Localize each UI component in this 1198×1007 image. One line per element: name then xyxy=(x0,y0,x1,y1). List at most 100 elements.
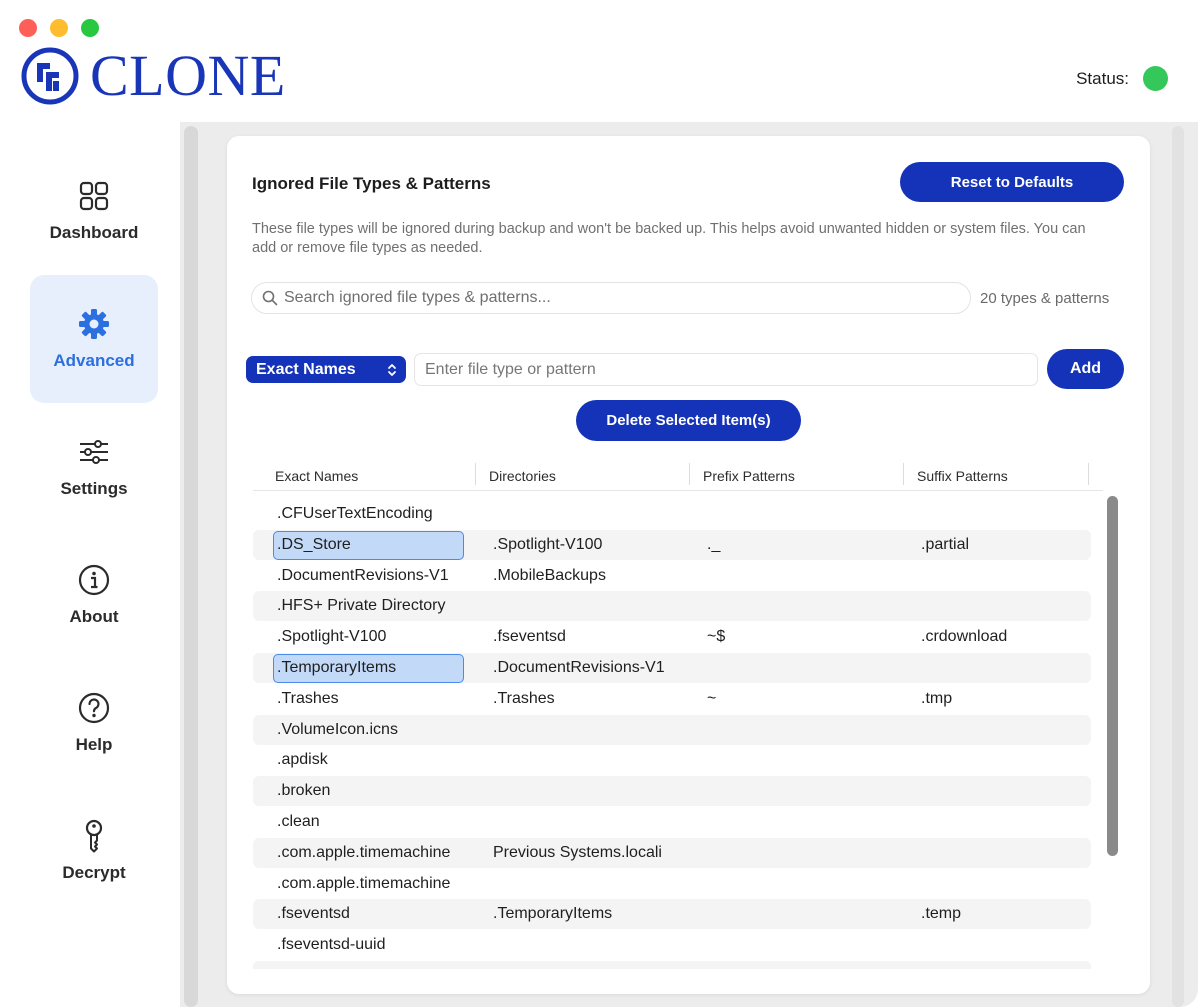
table-cell[interactable] xyxy=(921,499,1091,529)
table-cell[interactable]: .broken xyxy=(277,776,467,806)
table-cell[interactable]: .crdownload xyxy=(921,622,1091,652)
table-row[interactable]: .fseventsd .TemporaryItems .temp xyxy=(253,899,1091,930)
sidebar-item-settings[interactable]: Settings xyxy=(30,403,158,531)
table-row[interactable]: .broken xyxy=(253,776,1091,807)
table-cell[interactable] xyxy=(493,776,683,806)
table-cell[interactable] xyxy=(921,961,1091,969)
table-cell[interactable]: ~ xyxy=(707,684,897,714)
table-row[interactable]: .clean xyxy=(253,807,1091,837)
table-cell[interactable]: .DocumentRevisions-V1 xyxy=(493,653,683,683)
table-row[interactable]: .com.apple.timemachine Previous Systems.l… xyxy=(253,837,1091,868)
pattern-type-select[interactable]: Exact Names xyxy=(246,356,406,383)
table-cell[interactable] xyxy=(493,499,683,529)
table-cell[interactable]: ._ xyxy=(707,530,897,560)
table-cell[interactable]: .fseventsd xyxy=(277,899,467,929)
table-row[interactable]: .DocumentRevisions-V1 .MobileBackups xyxy=(253,561,1091,591)
table-cell[interactable] xyxy=(707,807,897,837)
table-row[interactable]: .HFS+ Private Directory xyxy=(253,591,1091,622)
table-row[interactable]: .TemporaryItems .DocumentRevisions-V1 xyxy=(253,653,1091,683)
table-row[interactable]: .CFUserTextEncoding xyxy=(253,499,1091,529)
table-cell[interactable] xyxy=(921,745,1091,775)
table-row[interactable]: .VolumeIcon.icns xyxy=(253,714,1091,745)
table-cell[interactable] xyxy=(277,961,467,969)
table-cell[interactable]: .com.apple.timemachine xyxy=(277,869,467,899)
table-cell[interactable]: .clean xyxy=(277,807,467,837)
content-scrollbar-left[interactable] xyxy=(184,126,198,1007)
table-cell[interactable] xyxy=(707,745,897,775)
table-cell[interactable] xyxy=(921,807,1091,837)
table-cell[interactable]: ~$ xyxy=(707,622,897,652)
table-cell[interactable] xyxy=(707,776,897,806)
table-cell[interactable] xyxy=(493,715,683,745)
table-row[interactable]: .fseventsd-uuid xyxy=(253,930,1091,960)
column-header-directories[interactable]: Directories xyxy=(489,466,556,486)
table-cell[interactable] xyxy=(921,653,1091,683)
delete-selected-button[interactable]: Delete Selected Item(s) xyxy=(576,400,801,441)
column-header-suffix-patterns[interactable]: Suffix Patterns xyxy=(917,466,1008,486)
table-cell[interactable] xyxy=(707,869,897,899)
table-cell[interactable]: .fseventsd xyxy=(493,622,683,652)
table-cell[interactable] xyxy=(921,591,1091,621)
table-cell[interactable]: .Spotlight-V100 xyxy=(277,622,467,652)
zoom-window-button[interactable] xyxy=(81,19,99,37)
table-cell[interactable]: .partial xyxy=(921,530,1091,560)
table-cell[interactable]: .fseventsd-uuid xyxy=(277,930,467,960)
table-row[interactable]: .Trashes .Trashes ~ .tmp xyxy=(253,684,1091,714)
sidebar-item-dashboard[interactable]: Dashboard xyxy=(30,147,158,275)
table-cell[interactable]: .DS_Store xyxy=(277,530,467,560)
table-cell[interactable] xyxy=(921,715,1091,745)
add-pattern-button[interactable]: Add xyxy=(1047,349,1124,389)
table-cell[interactable]: .Trashes xyxy=(277,684,467,714)
sidebar-item-advanced[interactable]: Advanced xyxy=(30,275,158,403)
table-row[interactable]: .apdisk xyxy=(253,745,1091,775)
table-cell[interactable] xyxy=(707,591,897,621)
table-cell[interactable]: .Spotlight-V100 xyxy=(493,530,683,560)
table-cell[interactable] xyxy=(493,591,683,621)
table-cell[interactable] xyxy=(493,745,683,775)
table-row[interactable]: .com.apple.timemachine xyxy=(253,869,1091,899)
table-cell[interactable] xyxy=(707,499,897,529)
table-cell[interactable] xyxy=(707,838,897,868)
table-cell[interactable] xyxy=(921,869,1091,899)
reset-to-defaults-button[interactable]: Reset to Defaults xyxy=(900,162,1124,202)
table-cell[interactable] xyxy=(707,561,897,591)
table-cell[interactable] xyxy=(707,899,897,929)
table-cell[interactable] xyxy=(921,838,1091,868)
table-cell[interactable] xyxy=(493,961,683,969)
content-scrollbar[interactable] xyxy=(1172,126,1184,1007)
table-scrollbar-thumb[interactable] xyxy=(1107,496,1118,856)
minimize-window-button[interactable] xyxy=(50,19,68,37)
table-cell[interactable] xyxy=(493,869,683,899)
close-window-button[interactable] xyxy=(19,19,37,37)
table-row[interactable]: .Spotlight-V100 .fseventsd ~$ .crdownload xyxy=(253,622,1091,652)
table-cell[interactable] xyxy=(707,653,897,683)
table-cell[interactable]: .tmp xyxy=(921,684,1091,714)
table-cell[interactable]: .Trashes xyxy=(493,684,683,714)
table-cell[interactable]: .temp xyxy=(921,899,1091,929)
table-cell[interactable]: .TemporaryItems xyxy=(277,653,467,683)
table-cell[interactable]: .DocumentRevisions-V1 xyxy=(277,561,467,591)
sidebar-item-help[interactable]: Help xyxy=(30,659,158,787)
column-header-exact-names[interactable]: Exact Names xyxy=(275,466,358,486)
table-cell[interactable]: Previous Systems.locali xyxy=(493,838,683,868)
table-cell[interactable]: .VolumeIcon.icns xyxy=(277,715,467,745)
table-cell[interactable] xyxy=(921,930,1091,960)
table-cell[interactable] xyxy=(707,715,897,745)
search-input[interactable] xyxy=(284,289,970,307)
search-field[interactable] xyxy=(251,282,971,314)
table-cell[interactable] xyxy=(921,776,1091,806)
table-cell[interactable]: .HFS+ Private Directory xyxy=(277,591,467,621)
table-cell[interactable]: .apdisk xyxy=(277,745,467,775)
table-cell[interactable]: .CFUserTextEncoding xyxy=(277,499,467,529)
table-cell[interactable] xyxy=(707,930,897,960)
table-row[interactable] xyxy=(253,961,1091,969)
sidebar-item-decrypt[interactable]: Decrypt xyxy=(30,787,158,915)
table-cell[interactable] xyxy=(707,961,897,969)
table-cell[interactable] xyxy=(493,930,683,960)
pattern-input-field[interactable] xyxy=(414,353,1038,386)
table-cell[interactable]: .TemporaryItems xyxy=(493,899,683,929)
table-cell[interactable]: .MobileBackups xyxy=(493,561,683,591)
table-cell[interactable] xyxy=(921,561,1091,591)
column-header-prefix-patterns[interactable]: Prefix Patterns xyxy=(703,466,795,486)
pattern-input[interactable] xyxy=(425,360,1037,379)
